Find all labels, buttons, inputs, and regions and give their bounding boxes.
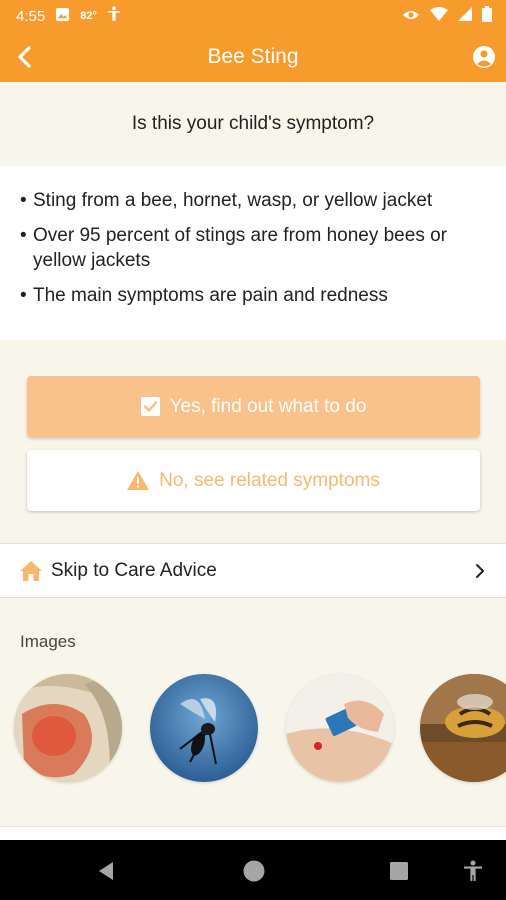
images-heading: Images	[20, 632, 76, 651]
app-bar: Bee Sting	[0, 32, 506, 82]
back-button[interactable]	[10, 42, 40, 72]
home-circle-icon	[243, 860, 265, 882]
symptom-question: Is this your child's symptom?	[131, 113, 375, 134]
checkbox-checked-icon	[140, 397, 160, 416]
image-icon	[55, 7, 70, 26]
page-title: Bee Sting	[207, 45, 299, 68]
eye-icon	[402, 8, 420, 25]
chevron-right-icon	[476, 563, 484, 578]
status-bar: 4:55 82°	[0, 0, 506, 32]
status-time: 4:55	[16, 7, 46, 25]
bullet-item: Over 95 percent of stings are from honey…	[20, 223, 488, 273]
warning-icon	[127, 471, 150, 490]
bullet-item: Sting from a bee, hornet, wasp, or yello…	[20, 188, 488, 213]
image-thumbnail-scraping-stinger[interactable]	[286, 674, 394, 782]
temperature-text: 82°	[80, 10, 97, 22]
bullet-item: The main symptoms are pain and redness	[20, 283, 488, 308]
accessibility-icon	[107, 6, 121, 26]
skip-to-care-advice-row[interactable]: Skip to Care Advice	[0, 543, 506, 598]
image-thumbnail-wasp[interactable]	[150, 674, 258, 782]
skip-label: Skip to Care Advice	[51, 559, 217, 581]
nav-back-button[interactable]	[91, 856, 121, 886]
image-thumbnail-red-swollen-arm[interactable]	[14, 674, 122, 782]
accessibility-icon	[464, 860, 482, 881]
symptom-description: Sting from a bee, hornet, wasp, or yello…	[0, 166, 506, 340]
yes-button-label: Yes, find out what to do	[169, 395, 367, 417]
back-triangle-icon	[99, 862, 113, 880]
battery-icon	[482, 6, 492, 26]
no-button-label: No, see related symptoms	[159, 469, 380, 491]
wifi-icon	[430, 7, 448, 25]
chevron-left-icon	[18, 46, 31, 68]
image-thumbnail-honey-bee[interactable]	[420, 674, 506, 782]
signal-icon	[458, 7, 472, 25]
account-button[interactable]	[470, 43, 498, 71]
recents-square-icon	[390, 862, 408, 880]
bottom-divider	[0, 826, 506, 840]
yes-find-out-button[interactable]: Yes, find out what to do	[27, 376, 480, 437]
account-circle-icon	[473, 46, 495, 68]
no-related-symptoms-button[interactable]: No, see related symptoms	[27, 450, 480, 511]
home-icon	[20, 560, 42, 581]
nav-home-button[interactable]	[239, 856, 269, 886]
nav-accessibility-button[interactable]	[458, 856, 488, 886]
system-navigation-bar	[0, 840, 506, 900]
nav-recents-button[interactable]	[384, 856, 414, 886]
